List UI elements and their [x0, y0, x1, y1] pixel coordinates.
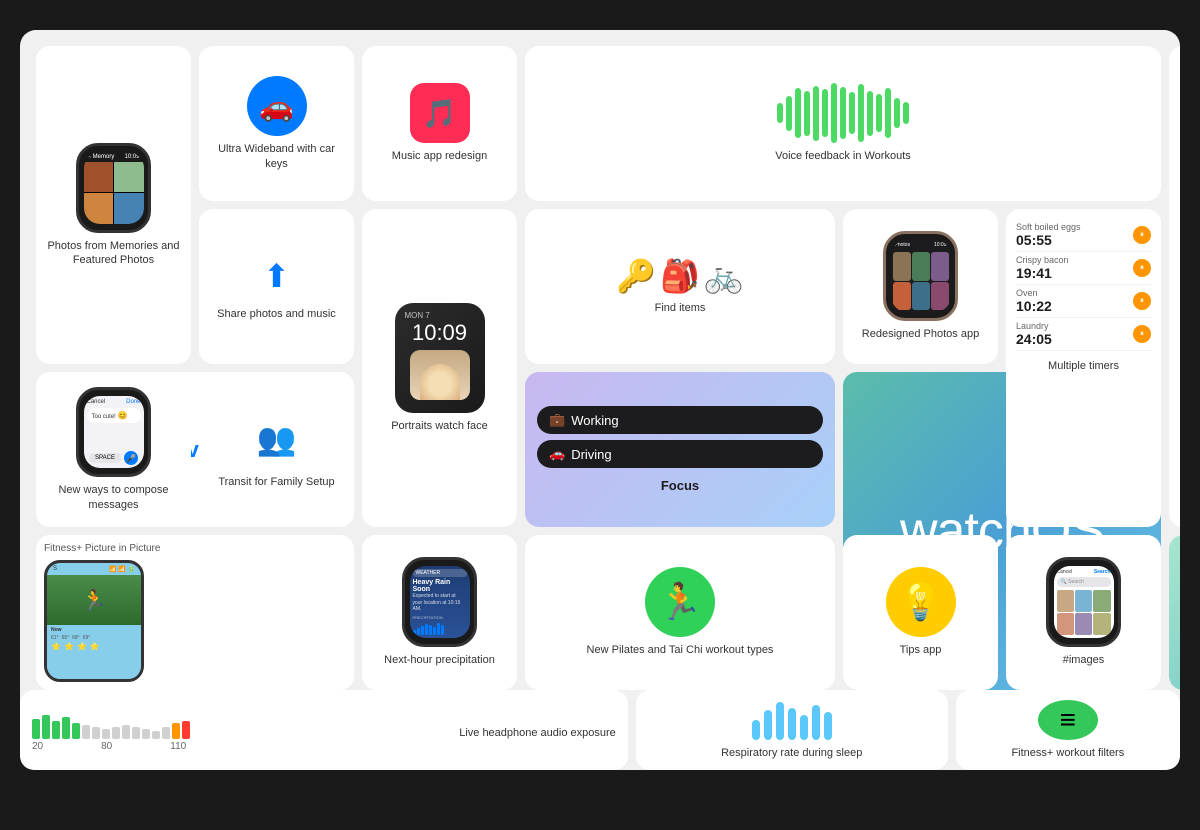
photos-redesigned-label: Redesigned Photos app — [862, 327, 979, 341]
timer-pause-2[interactable]: ⏸ — [1133, 259, 1151, 277]
voice-feedback-label: Voice feedback in Workouts — [775, 149, 911, 163]
timer-row-2: Crispy bacon 19:41 ⏸ — [1016, 252, 1151, 285]
compose-messages-label: New ways to compose messages — [46, 483, 181, 512]
find-items-icons: 🔑 🎒 🚲 — [616, 257, 744, 295]
transit-icon: 👥 — [247, 409, 307, 469]
share-icon: ⬆ — [252, 251, 302, 301]
images-cell: CancelSearch 🔍 Search #images — [1006, 535, 1161, 690]
audio-mid: 80 — [101, 741, 112, 752]
car-keys-cell: 🚗 Ultra Wideband with car keys — [199, 46, 354, 201]
tips-label: Tips app — [900, 643, 942, 657]
photos-redesigned-watch: Photos10:09 — [883, 231, 958, 321]
respiratory-label: Respiratory rate during sleep — [721, 746, 862, 760]
images-watch: CancelSearch 🔍 Search — [1046, 557, 1121, 647]
contacts-cell: Contacts app — [1169, 372, 1180, 527]
share-photos-label: Share photos and music — [217, 307, 336, 321]
timer-pause-3[interactable]: ⏸ — [1133, 292, 1151, 310]
audio-bars: 20 80 110 — [32, 709, 451, 752]
photos-memories-label: Photos from Memories and Featured Photos — [46, 239, 181, 268]
voice-feedback-cell: Voice feedback in Workouts — [525, 46, 1161, 201]
phone-device: S📶 📶 🔋 🏃 Now 61°65°68°69° ⭐⭐⭐⭐ — [44, 560, 144, 682]
focus-label: Focus — [537, 478, 823, 493]
timers-cell: Soft boiled eggs 05:55 ⏸ Crispy bacon 19… — [1006, 209, 1161, 527]
fitness-filters-cell: ≡ Fitness+ workout filters — [956, 690, 1180, 770]
tips-icon: 💡 — [886, 567, 956, 637]
respiratory-cell: Respiratory rate during sleep — [636, 690, 948, 770]
timer-row-4: Laundry 24:05 ⏸ — [1016, 318, 1151, 351]
audio-min: 20 — [32, 741, 43, 752]
music-redesign-cell: 🎵 Music app redesign — [362, 46, 517, 201]
music-icon: 🎵 — [410, 83, 470, 143]
weather-watch: WEATHER Heavy Rain Soon Expected to star… — [402, 557, 477, 647]
photos-redesigned-cell: Photos10:09 Redesigned Photos app — [843, 209, 998, 364]
waveform — [777, 83, 909, 143]
main-container: < Memory10:09 Photos from Memories and F… — [20, 30, 1180, 770]
music-label: Music app redesign — [392, 149, 487, 163]
pilates-cell: 🏃 New Pilates and Tai Chi workout types — [525, 535, 835, 690]
focus-working-label: Working — [571, 413, 618, 428]
timers-label: Multiple timers — [1016, 359, 1151, 373]
portraits-face-label: Portraits watch face — [391, 419, 488, 433]
pilates-icon: 🏃 — [645, 567, 715, 637]
car-keys-label: Ultra Wideband with car keys — [209, 142, 344, 171]
focus-driving: 🚗 Driving — [537, 440, 823, 468]
share-photos-cell: ⬆ Share photos and music — [199, 209, 354, 364]
audio-exposure-cell: 20 80 110 Live headphone audio exposure — [20, 690, 628, 770]
bottom-row: 20 80 110 Live headphone audio exposure … — [20, 690, 1180, 770]
find-items-label: Find items — [655, 301, 706, 315]
tips-cell: 💡 Tips app — [843, 535, 998, 690]
timer-row-1: Soft boiled eggs 05:55 ⏸ — [1016, 219, 1151, 252]
fitness-pip-label: Fitness+ Picture in Picture — [44, 543, 160, 554]
transit-family-cell: 👥 Transit for Family Setup — [199, 372, 354, 527]
timer-row-3: Oven 10:22 ⏸ — [1016, 285, 1151, 318]
pilates-label: New Pilates and Tai Chi workout types — [587, 643, 774, 657]
images-label: #images — [1063, 653, 1105, 667]
transit-family-label: Transit for Family Setup — [218, 475, 334, 489]
focus-working: 💼 Working — [537, 406, 823, 434]
fitness-filters-label: Fitness+ workout filters — [1011, 746, 1124, 760]
timer-pause-1[interactable]: ⏸ — [1133, 226, 1151, 244]
fitness-filter-icon: ≡ — [1038, 700, 1098, 740]
timer-pause-4[interactable]: ⏸ — [1133, 325, 1151, 343]
watch-device: < Memory10:09 — [76, 143, 151, 233]
features-grid: < Memory10:09 Photos from Memories and F… — [36, 46, 1164, 754]
weather-watch-cell: WEATHER Heavy Rain Soon Expected to star… — [362, 535, 517, 690]
car-icon: 🚗 — [247, 76, 307, 136]
audio-exposure-label: Live headphone audio exposure — [459, 726, 616, 740]
weather-watch-label: Next-hour precipitation — [384, 653, 495, 667]
compose-messages-cell: CancelDone Too cute! 😊 SPACE 🎤 New ways … — [36, 372, 191, 527]
mindfulness-cell: Mindfulness app — [1169, 535, 1180, 690]
respiratory-bars — [752, 700, 832, 740]
portraits-face-cell: MON 7 10:09 Portraits watch face — [362, 209, 517, 527]
focus-cell: 💼 Working 🚗 Driving Focus — [525, 372, 835, 527]
weather-tag: WEATHER — [413, 569, 467, 577]
photos-memories-cell: < Memory10:09 Photos from Memories and F… — [36, 46, 191, 364]
fitness-pip-cell: Fitness+ Picture in Picture S📶 📶 🔋 🏃 Now… — [36, 535, 354, 690]
focus-driving-label: Driving — [571, 447, 611, 462]
find-items-cell: 🔑 🎒 🚲 Find items — [525, 209, 835, 364]
compose-watch: CancelDone Too cute! 😊 SPACE 🎤 — [76, 387, 151, 477]
audio-max: 110 — [170, 741, 186, 752]
